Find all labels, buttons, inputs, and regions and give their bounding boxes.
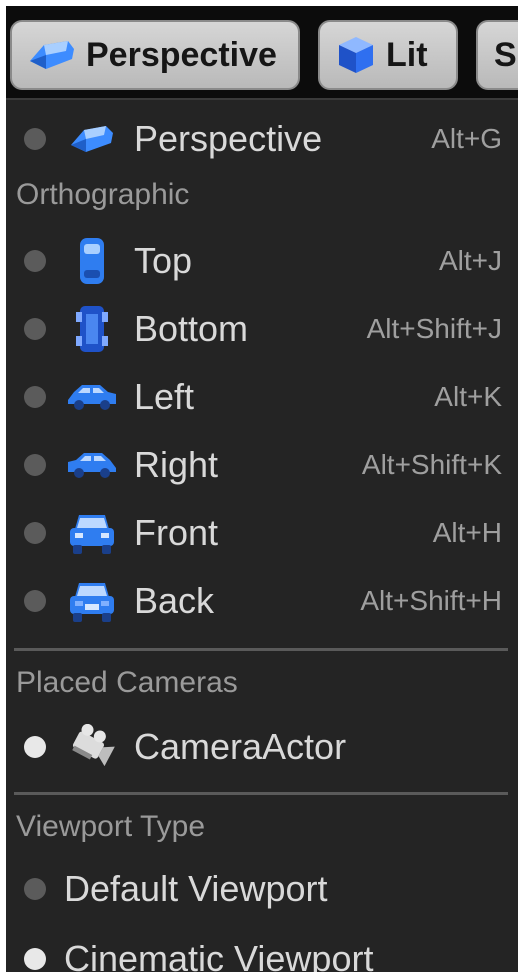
shortcut-label: Alt+Shift+H bbox=[360, 585, 502, 616]
menu-separator bbox=[14, 792, 508, 795]
menu-item-cinematic-viewport[interactable]: Cinematic Viewport bbox=[6, 926, 518, 972]
menu-item-label: Bottom bbox=[134, 308, 249, 349]
section-header-orthographic: Orthographic bbox=[16, 178, 190, 211]
menu-item-default-viewport[interactable]: Default Viewport bbox=[6, 856, 518, 922]
menu-item-back[interactable]: Back Alt+Shift+H bbox=[6, 568, 518, 634]
radio-indicator bbox=[24, 736, 46, 758]
top-view-icon bbox=[64, 236, 120, 286]
shortcut-label: Alt+K bbox=[434, 381, 502, 412]
radio-indicator bbox=[24, 454, 46, 476]
radio-indicator bbox=[24, 386, 46, 408]
left-view-icon bbox=[64, 372, 120, 422]
menu-item-label: Right bbox=[134, 444, 219, 485]
lit-cube-icon bbox=[334, 33, 378, 77]
front-view-icon bbox=[64, 508, 120, 558]
perspective-icon bbox=[26, 33, 78, 77]
radio-indicator bbox=[24, 250, 46, 272]
viewport-frame: Perspective Lit S Perspective Alt+G Orth… bbox=[6, 6, 518, 972]
menu-item-top[interactable]: Top Alt+J bbox=[6, 228, 518, 294]
menu-item-front[interactable]: Front Alt+H bbox=[6, 500, 518, 566]
menu-item-label: CameraActor bbox=[134, 726, 347, 767]
shortcut-label: Alt+J bbox=[438, 245, 502, 276]
menu-item-bottom[interactable]: Bottom Alt+Shift+J bbox=[6, 296, 518, 362]
menu-item-label: Perspective bbox=[134, 118, 323, 159]
perspective-dropdown-button[interactable]: Perspective bbox=[10, 20, 300, 90]
viewport-view-menu: Perspective Alt+G Orthographic Top Alt+J bbox=[6, 98, 518, 972]
lit-button-label: Lit bbox=[386, 35, 428, 74]
menu-item-label: Cinematic Viewport bbox=[64, 938, 374, 972]
viewport-toolbar: Perspective Lit S bbox=[6, 6, 518, 98]
menu-item-left[interactable]: Left Alt+K bbox=[6, 364, 518, 430]
radio-indicator bbox=[24, 948, 46, 970]
section-header-placed-cameras: Placed Cameras bbox=[16, 666, 238, 699]
radio-indicator bbox=[24, 878, 46, 900]
radio-indicator bbox=[24, 590, 46, 612]
shortcut-label: Alt+G bbox=[431, 123, 502, 154]
menu-item-label: Default Viewport bbox=[64, 868, 328, 909]
menu-item-label: Back bbox=[134, 580, 215, 621]
menu-item-camera-actor[interactable]: CameraActor bbox=[6, 714, 518, 780]
menu-item-right[interactable]: Right Alt+Shift+K bbox=[6, 432, 518, 498]
perspective-icon bbox=[64, 114, 120, 164]
radio-indicator bbox=[24, 128, 46, 150]
camera-icon bbox=[64, 722, 120, 772]
radio-indicator bbox=[24, 522, 46, 544]
bottom-view-icon bbox=[64, 304, 120, 354]
perspective-button-label: Perspective bbox=[86, 35, 277, 74]
menu-separator bbox=[14, 648, 508, 651]
back-view-icon bbox=[64, 576, 120, 626]
shortcut-label: Alt+Shift+K bbox=[361, 449, 502, 480]
radio-indicator bbox=[24, 318, 46, 340]
shortcut-label: Alt+Shift+J bbox=[366, 313, 502, 344]
section-header-viewport-type: Viewport Type bbox=[16, 810, 206, 843]
menu-item-perspective[interactable]: Perspective Alt+G bbox=[6, 106, 518, 172]
menu-item-label: Front bbox=[134, 512, 219, 553]
show-dropdown-button[interactable]: S bbox=[476, 20, 518, 90]
show-button-label: S bbox=[494, 35, 517, 74]
lit-dropdown-button[interactable]: Lit bbox=[318, 20, 458, 90]
right-view-icon bbox=[64, 440, 120, 490]
shortcut-label: Alt+H bbox=[432, 517, 502, 548]
menu-item-label: Top bbox=[134, 240, 193, 281]
menu-item-label: Left bbox=[134, 376, 195, 417]
